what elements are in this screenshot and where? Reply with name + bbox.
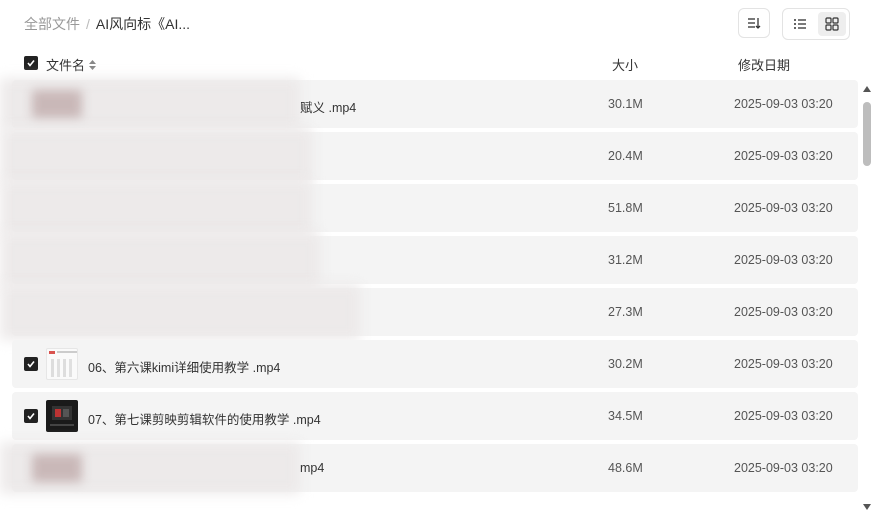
file-date: 2025-09-03 03:20 — [734, 97, 833, 111]
file-date: 2025-09-03 03:20 — [734, 409, 833, 423]
breadcrumb-current-folder: AI风向标《AI... — [95, 16, 191, 32]
row-checkbox[interactable] — [24, 409, 38, 423]
grid-view-button[interactable] — [818, 12, 846, 36]
file-date: 2025-09-03 03:20 — [734, 253, 833, 267]
file-date: 2025-09-03 03:20 — [734, 305, 833, 319]
file-size: 20.4M — [608, 149, 643, 163]
size-column-header[interactable]: 大小 — [612, 55, 638, 74]
file-name[interactable]: 07、第七课剪映剪辑软件的使用教学 .mp4 — [88, 409, 321, 428]
scrollbar-thumb[interactable] — [863, 102, 871, 166]
file-date: 2025-09-03 03:20 — [734, 357, 833, 371]
toolbar — [738, 8, 850, 40]
view-toggle — [782, 8, 850, 40]
breadcrumb-root-link[interactable]: 全部文件 — [24, 14, 80, 34]
file-thumbnail — [46, 348, 78, 380]
file-date: 2025-09-03 03:20 — [734, 201, 833, 215]
sort-icon — [748, 18, 761, 29]
file-size: 48.6M — [608, 461, 643, 475]
file-date: 2025-09-03 03:20 — [734, 461, 833, 475]
breadcrumb-separator: / — [86, 16, 90, 32]
sort-button[interactable] — [738, 8, 770, 38]
file-size: 51.8M — [608, 201, 643, 215]
vertical-scrollbar[interactable] — [862, 86, 872, 510]
file-row[interactable]: 07、第七课剪映剪辑软件的使用教学 .mp4 34.5M 2025-09-03 … — [12, 392, 858, 440]
file-thumbnail — [46, 400, 78, 432]
file-row[interactable]: mp4 48.6M 2025-09-03 03:20 — [0, 442, 858, 494]
grid-view-icon — [825, 17, 839, 31]
checkbox-checked-icon — [27, 413, 35, 420]
name-column-label: 文件名 — [46, 58, 86, 73]
video-thumbnail-icon — [50, 406, 74, 426]
scroll-down-arrow-icon[interactable] — [863, 504, 871, 510]
file-date: 2025-09-03 03:20 — [734, 149, 833, 163]
file-row[interactable]: 31.2M 2025-09-03 03:20 — [0, 232, 858, 288]
scroll-up-arrow-icon[interactable] — [863, 86, 871, 92]
row-checkbox[interactable] — [24, 357, 38, 371]
date-column-header[interactable]: 修改日期 — [738, 55, 790, 74]
name-column-header[interactable]: 文件名 — [46, 55, 97, 74]
video-thumbnail-icon — [49, 351, 77, 377]
sort-arrows-icon — [89, 59, 97, 70]
file-name[interactable]: mp4 — [300, 461, 324, 475]
list-view-icon — [794, 19, 806, 29]
file-name[interactable]: 06、第六课kimi详细使用教学 .mp4 — [88, 357, 280, 376]
file-size: 30.1M — [608, 97, 643, 111]
checkbox-checked-icon — [27, 361, 35, 368]
checkbox-checked-icon — [27, 60, 35, 67]
file-thumbnail — [32, 454, 82, 482]
table-header: 文件名 大小 修改日期 — [24, 54, 854, 74]
breadcrumb: 全部文件 / AI风向标《AI... — [24, 14, 190, 34]
file-row[interactable]: 06、第六课kimi详细使用教学 .mp4 30.2M 2025-09-03 0… — [12, 340, 858, 388]
file-name[interactable]: 赋义 .mp4 — [300, 97, 356, 116]
file-row[interactable]: 20.4M 2025-09-03 03:20 — [0, 128, 858, 184]
file-size: 27.3M — [608, 305, 643, 319]
file-size: 30.2M — [608, 357, 643, 371]
file-row[interactable]: 赋义 .mp4 30.1M 2025-09-03 03:20 — [0, 78, 858, 130]
file-size: 34.5M — [608, 409, 643, 423]
file-list: 赋义 .mp4 30.1M 2025-09-03 03:20 20.4M 202… — [0, 78, 858, 496]
select-all-checkbox[interactable] — [24, 56, 38, 70]
file-row[interactable]: 27.3M 2025-09-03 03:20 — [0, 284, 858, 340]
list-view-button[interactable] — [786, 12, 814, 36]
file-thumbnail — [32, 90, 82, 118]
file-size: 31.2M — [608, 253, 643, 267]
file-row[interactable]: 51.8M 2025-09-03 03:20 — [0, 180, 858, 236]
